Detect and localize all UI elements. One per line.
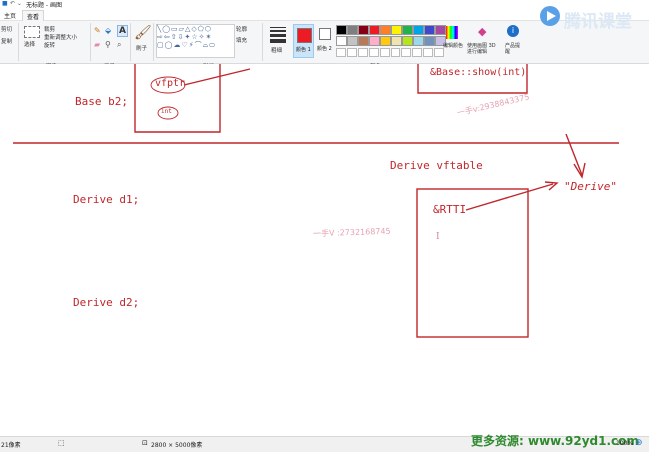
color1-swatch: [297, 28, 312, 43]
window-title: 无标题 - 画图: [26, 2, 62, 9]
canvas-drawing: [13, 64, 619, 338]
zoom-level: 100%: [616, 440, 634, 447]
canvas-dimensions: 2800 × 5000像素: [151, 442, 203, 449]
derive-string-label: "Derive": [564, 180, 617, 193]
palette-swatch[interactable]: [402, 36, 413, 46]
undo-icon[interactable]: ↶ ⌄: [10, 0, 22, 7]
status-bar: 21像素 ⬚ ⊡ 2800 × 5000像素 更多资源: www.92yd1.c…: [0, 434, 649, 452]
cursor-position: 21像素: [1, 442, 21, 449]
color1-label: 颜色 1: [296, 47, 311, 53]
eraser-icon[interactable]: ▰: [94, 40, 100, 49]
tencent-classroom-logo: 腾讯课堂: [540, 4, 649, 32]
play-icon: [540, 6, 560, 26]
size-button[interactable]: 粗细: [271, 46, 282, 54]
color1-button[interactable]: 颜色 1: [293, 24, 314, 58]
edit-colors-button[interactable]: 编辑颜色: [443, 43, 463, 49]
size-icon[interactable]: [270, 27, 286, 43]
magnifier-icon[interactable]: ⌕: [117, 40, 121, 50]
fill-icon[interactable]: ⬙: [105, 26, 111, 35]
pencil-icon[interactable]: ✎: [94, 26, 101, 35]
palette-swatch[interactable]: [413, 25, 424, 35]
palette-swatch[interactable]: [424, 25, 435, 35]
palette-swatch[interactable]: [336, 36, 347, 46]
derive-d2-label: Derive d2;: [73, 296, 140, 309]
brush-icon[interactable]: 🖌: [134, 25, 152, 41]
crop-button[interactable]: 裁剪: [44, 25, 55, 33]
cut-button[interactable]: 剪切: [1, 25, 12, 33]
color2-swatch: [319, 28, 331, 40]
base-object-box: [134, 64, 221, 133]
palette-swatch[interactable]: [336, 25, 347, 35]
palette-swatch[interactable]: [424, 36, 435, 46]
select-icon[interactable]: [24, 26, 40, 38]
color-picker-icon[interactable]: ⚲: [105, 40, 111, 49]
base-show-label: &Base::show(int): [430, 67, 527, 78]
rotate-button[interactable]: 旋转: [44, 41, 55, 49]
rtti-arrow: [465, 183, 554, 211]
custom-color-row: [336, 48, 445, 57]
app-icon: ■: [2, 0, 8, 7]
derive-d1-label: Derive d1;: [73, 193, 140, 206]
palette-swatch[interactable]: [380, 25, 391, 35]
selection-icon: ⬚: [58, 439, 65, 447]
outline-button[interactable]: 轮廓: [236, 25, 247, 33]
vfptr-label: vfptr: [155, 78, 186, 89]
int-label: int: [161, 108, 172, 115]
palette-swatch[interactable]: [369, 36, 380, 46]
shapes-gallery[interactable]: ╲◯▭▱△◇⬠⬡ ⇨⇦⇧⇩✦☆✧✶ ▢◯☁♡⚡⌒⌓⬭: [156, 24, 235, 58]
edit-colors-icon[interactable]: [446, 26, 458, 39]
text-icon[interactable]: A: [117, 25, 128, 37]
base-b2-label: Base b2;: [75, 95, 128, 108]
fill-button[interactable]: 填充: [236, 36, 247, 44]
color2-label: 颜色 2: [317, 46, 332, 52]
paint3d-button[interactable]: 使用画图 3D 进行编辑: [467, 43, 501, 55]
text-cursor: I: [436, 232, 440, 242]
brushes-button[interactable]: 刷子: [136, 44, 147, 52]
rtti-label: &RTTI: [433, 203, 467, 216]
palette-swatch[interactable]: [347, 25, 358, 35]
palette-swatch[interactable]: [380, 36, 391, 46]
tab-home[interactable]: 主页: [0, 10, 20, 21]
palette-swatch[interactable]: [358, 25, 369, 35]
palette-swatch[interactable]: [391, 25, 402, 35]
canvas-size-icon: ⊡: [142, 439, 148, 447]
resource-banner: 更多资源: www.92yd1.com: [471, 434, 639, 448]
brand-name: 腾讯课堂: [564, 12, 632, 32]
color2-button[interactable]: 颜色 2: [315, 24, 334, 56]
select-button[interactable]: 选择: [24, 40, 35, 48]
palette-swatch[interactable]: [358, 36, 369, 46]
drawing-canvas[interactable]: Base b2; vfptr int &Base::show(int) Deri…: [0, 64, 649, 436]
copy-button[interactable]: 复制: [1, 37, 12, 45]
palette-swatch[interactable]: [369, 25, 380, 35]
zoom-slider-icon[interactable]: ⊕: [635, 438, 643, 448]
info-icon[interactable]: i: [507, 25, 519, 37]
pointer-arrow: [565, 133, 583, 176]
vfptr-arrow: [183, 68, 251, 86]
palette-swatch[interactable]: [402, 25, 413, 35]
product-alert-button[interactable]: 产品提醒: [505, 43, 523, 55]
paint3d-icon[interactable]: ◆: [478, 25, 486, 38]
resize-button[interactable]: 重新调整大小: [44, 33, 77, 41]
derive-vftable-label: Derive vftable: [390, 159, 483, 172]
palette-swatch[interactable]: [413, 36, 424, 46]
palette-swatch[interactable]: [347, 36, 358, 46]
palette-swatch[interactable]: [391, 36, 402, 46]
palette-swatch[interactable]: [435, 25, 446, 35]
